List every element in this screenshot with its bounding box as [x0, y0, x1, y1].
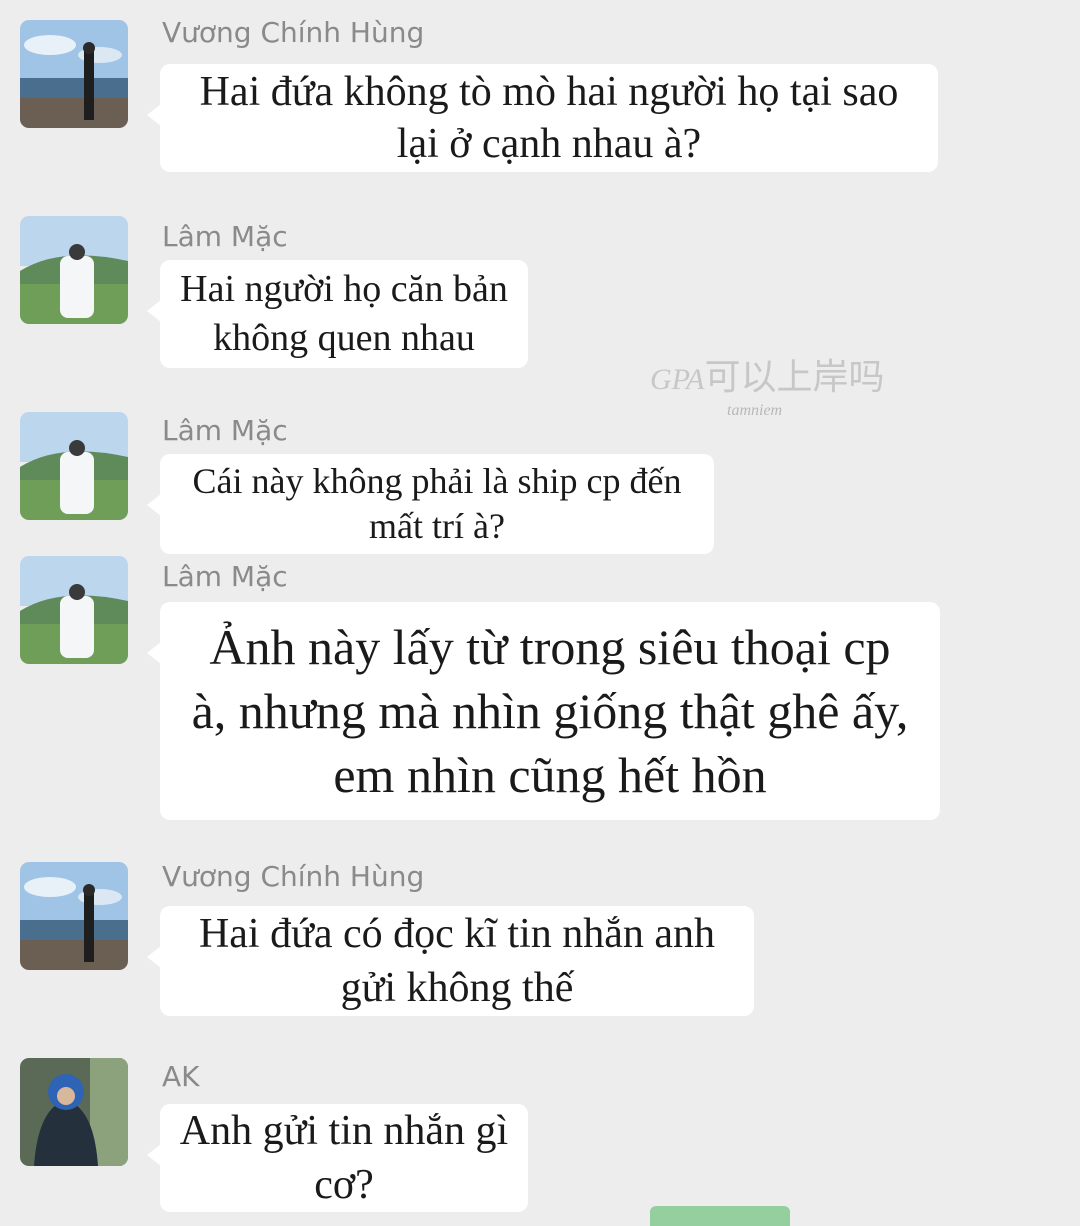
sender-name: AK [162, 1060, 200, 1093]
sender-avatar[interactable] [20, 412, 128, 520]
sender-name: Vương Chính Hùng [162, 16, 425, 49]
sender-name: Lâm Mặc [162, 414, 288, 447]
sender-avatar[interactable] [20, 862, 128, 970]
message-line: Ảnh này lấy từ trong siêu thoại cp [209, 619, 891, 675]
avatar-hill-photo [20, 556, 128, 664]
watermark: GPA可以上岸吗 [650, 357, 885, 398]
message-bubble[interactable]: Anh gửi tin nhắn gì cơ? [147, 1104, 528, 1212]
message-bubble[interactable]: Ảnh này lấy từ trong siêu thoại cp à, nh… [147, 602, 940, 820]
message-line: Hai đứa có đọc kĩ tin nhắn anh [198, 911, 716, 957]
message-bubble[interactable]: Hai người họ căn bản không quen nhau [147, 260, 528, 368]
message-line: lại ở cạnh nhau à? [396, 121, 702, 167]
avatar-hill-photo [20, 412, 128, 520]
message-line: Anh gửi tin nhắn gì [179, 1108, 509, 1154]
message-line: Hai đứa không tò mò hai người họ tại sao [199, 69, 899, 115]
sender-avatar[interactable] [20, 556, 128, 664]
sender-name: Lâm Mặc [162, 220, 288, 253]
avatar-sea-photo [20, 862, 128, 970]
message-bubble[interactable]: Hai đứa có đọc kĩ tin nhắn anh gửi không… [147, 906, 754, 1016]
avatar-sea-photo [20, 20, 128, 128]
sender-avatar[interactable] [20, 20, 128, 128]
avatar-hoodie-photo [20, 1058, 128, 1166]
message-line: cơ? [314, 1162, 374, 1208]
message-line: gửi không thế [340, 965, 574, 1011]
message-line: mất trí à? [369, 506, 505, 546]
sender-avatar[interactable] [20, 216, 128, 324]
message-line: em nhìn cũng hết hồn [333, 747, 767, 803]
message-bubble[interactable]: Hai đứa không tò mò hai người họ tại sao… [147, 64, 938, 172]
message-line: Cái này không phải là ship cp đến [192, 461, 682, 501]
sender-name: Vương Chính Hùng [162, 860, 425, 893]
avatar-hill-photo [20, 216, 128, 324]
message-line: à, nhưng mà nhìn giống thật ghê ấy, [191, 683, 909, 739]
sender-avatar[interactable] [20, 1058, 128, 1166]
watermark-signature: tamniem [727, 402, 783, 419]
message-line: không quen nhau [213, 317, 475, 359]
sender-name: Lâm Mặc [162, 560, 288, 593]
partial-green-button[interactable] [650, 1206, 790, 1226]
message-line: Hai người họ căn bản [180, 268, 508, 310]
message-bubble[interactable]: Cái này không phải là ship cp đến mất tr… [147, 454, 714, 554]
